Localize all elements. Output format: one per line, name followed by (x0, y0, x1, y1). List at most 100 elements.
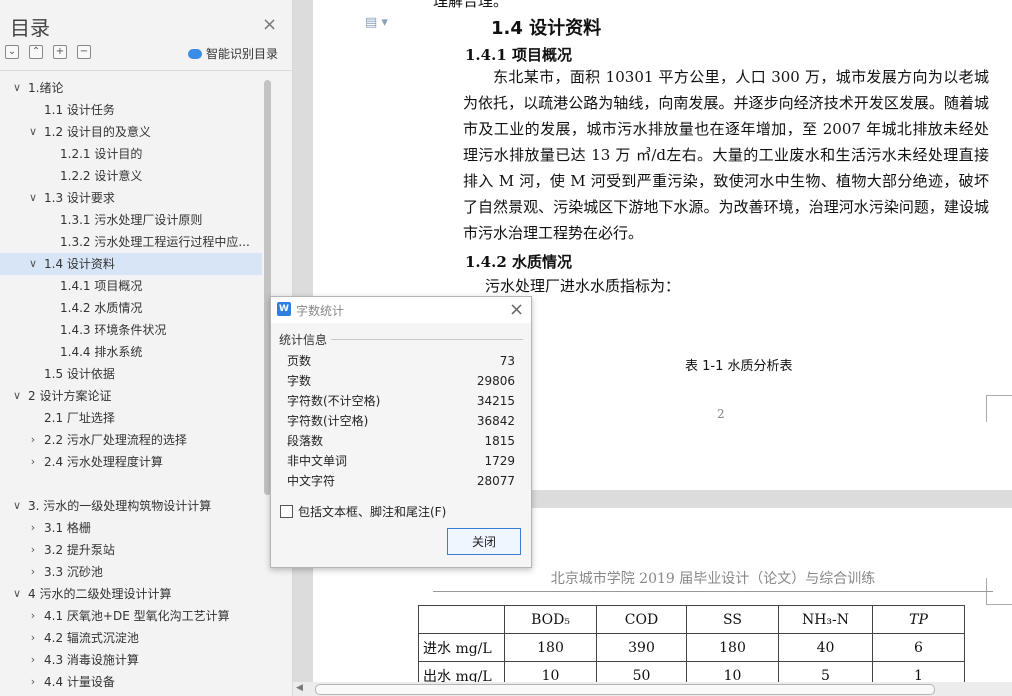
toc-item-label: 4.4 计量设备 (44, 675, 115, 689)
chevron-right-icon[interactable]: › (27, 429, 39, 451)
dialog-titlebar[interactable]: W 字数统计 × (271, 297, 531, 323)
toc-item[interactable]: › 3.1 格栅 (0, 517, 262, 539)
chevron-down-icon[interactable]: ∨ (11, 495, 23, 517)
close-icon[interactable]: × (262, 14, 277, 35)
table-cell: 6 (872, 633, 965, 662)
horizontal-scrollbar[interactable]: ◀ (293, 682, 1012, 696)
chevron-right-icon[interactable]: › (27, 451, 39, 473)
table-header-cell: COD (596, 605, 687, 634)
smart-toc-button[interactable]: 智能识别目录 (188, 45, 278, 62)
toc-item-label: 1.3.1 污水处理厂设计原则 (60, 213, 203, 227)
toc-item-label: 1.4.1 项目概况 (60, 279, 143, 293)
promote-level-icon[interactable]: + (53, 45, 67, 59)
toc-item[interactable]: 1.3.1 污水处理厂设计原则 (0, 209, 262, 231)
scrollbar-thumb[interactable] (315, 684, 935, 695)
stat-value: 28077 (476, 474, 515, 488)
chevron-right-icon[interactable]: › (27, 671, 39, 689)
toc-item[interactable]: 1.4.2 水质情况 (0, 297, 262, 319)
chevron-right-icon[interactable]: › (27, 539, 39, 561)
toc-item[interactable]: 1.2.1 设计目的 (0, 143, 262, 165)
divider (0, 70, 292, 71)
toc-item-label: 1.2.2 设计意义 (60, 169, 143, 183)
table-caption: 表 1-1 水质分析表 (685, 359, 793, 374)
page-corner-mark (986, 395, 1012, 422)
paragraph-menu-icon[interactable]: ▤ ▾ (365, 15, 388, 30)
toc-item-label: 1.5 设计依据 (44, 367, 115, 381)
demote-level-icon[interactable]: − (77, 45, 91, 59)
checkbox-label: 包括文本框、脚注和尾注(F) (298, 505, 447, 519)
toc-item[interactable]: ∨ 1.绪论 (0, 77, 262, 99)
toc-item-label: 1.2.1 设计目的 (60, 147, 143, 161)
toc-item[interactable]: 1.2.2 设计意义 (0, 165, 262, 187)
chevron-right-icon[interactable]: › (27, 517, 39, 539)
toc-item[interactable]: › 3.3 沉砂池 (0, 561, 262, 583)
toc-item-label: 2.1 厂址选择 (44, 411, 115, 425)
stat-row: 非中文单词 1729 (287, 451, 515, 471)
toc-item[interactable]: ∨ 2 设计方案论证 (0, 385, 262, 407)
chevron-right-icon[interactable]: › (27, 627, 39, 649)
table-row: 进水 mg/L 180 390 180 40 6 (418, 633, 965, 662)
toc-item[interactable]: › 4.3 消毒设施计算 (0, 649, 262, 671)
toc-item[interactable]: › 4.1 厌氧池+DE 型氧化沟工艺计算 (0, 605, 262, 627)
toc-item[interactable]: ∨ 1.2 设计目的及意义 (0, 121, 262, 143)
toc-item[interactable]: 1.1 设计任务 (0, 99, 262, 121)
water-quality-table: BOD₅ COD SS NH₃-N TP 进水 mg/L 180 390 180 40 6 出水 mg… (418, 605, 965, 690)
toc-item[interactable]: 2.1 厂址选择 (0, 407, 262, 429)
toc-item-label: 1.4 设计资料 (44, 257, 115, 271)
previous-text-fragment: 理解合理。 (433, 0, 509, 10)
scroll-left-icon[interactable]: ◀ (296, 683, 303, 693)
chevron-down-icon[interactable]: ∨ (11, 385, 23, 407)
toc-item[interactable]: ∨ 4 污水的二级处理设计计算 (0, 583, 262, 605)
stat-value: 1815 (484, 434, 515, 448)
toc-item-label: 1.1 设计任务 (44, 103, 115, 117)
toc-item-label: 1.3.2 污水处理工程运行过程中应... (60, 235, 250, 249)
heading-1-4-2: 1.4.2 水质情况 (465, 253, 572, 271)
chevron-right-icon[interactable]: › (27, 649, 39, 671)
toc-item[interactable]: ∨ 1.3 设计要求 (0, 187, 262, 209)
close-button[interactable]: 关闭 (447, 528, 521, 555)
chevron-right-icon[interactable]: › (27, 561, 39, 583)
toc-item[interactable]: 1.4.3 环境条件状况 (0, 319, 262, 341)
include-textbox-checkbox[interactable]: 包括文本框、脚注和尾注(F) (280, 503, 446, 520)
table-header-cell: SS (686, 605, 779, 634)
toc-item[interactable]: › 3.2 提升泵站 (0, 539, 262, 561)
stat-label: 中文字符 (287, 474, 336, 488)
chevron-down-icon[interactable]: ∨ (27, 187, 39, 209)
chevron-down-icon[interactable]: ∨ (11, 77, 23, 99)
stat-value: 73 (499, 354, 515, 368)
chevron-down-icon[interactable]: ∨ (11, 583, 23, 605)
toc-item[interactable]: › 4.2 辐流式沉淀池 (0, 627, 262, 649)
toc-item[interactable]: ∨ 1.4 设计资料 (0, 253, 262, 275)
toc-title: 目录 (10, 16, 50, 40)
close-icon[interactable]: × (509, 299, 524, 320)
table-header-row: BOD₅ COD SS NH₃-N TP (418, 605, 965, 634)
toc-item[interactable]: 1.3.2 污水处理工程运行过程中应... (0, 231, 262, 253)
heading-1-4: 1.4 设计资料 (491, 18, 602, 39)
toc-item[interactable]: 1.4.1 项目概况 (0, 275, 262, 297)
word-count-dialog: W 字数统计 × 统计信息 页数 73 字数 29806 字符数(不计空格) 34215 字… (270, 296, 532, 568)
table-cell: 180 (504, 633, 597, 662)
toc-item-label: 3.2 提升泵站 (44, 543, 115, 557)
stat-row: 字数 29806 (287, 371, 515, 391)
toc-item[interactable]: › 2.2 污水厂处理流程的选择 (0, 429, 262, 451)
toc-item-label: 1.3 设计要求 (44, 191, 115, 205)
chevron-right-icon[interactable]: › (27, 605, 39, 627)
toc-item-label: 1.2 设计目的及意义 (44, 125, 151, 139)
toc-item-label: 4.1 厌氧池+DE 型氧化沟工艺计算 (44, 609, 230, 623)
chevron-down-icon[interactable]: ∨ (27, 253, 39, 275)
toc-item[interactable]: 1.5 设计依据 (0, 363, 262, 385)
toc-item-label: 4.3 消毒设施计算 (44, 653, 139, 667)
collapse-all-icon[interactable]: ⌃ (29, 45, 43, 59)
toc-item[interactable]: 1.4.4 排水系统 (0, 341, 262, 363)
chevron-down-icon[interactable]: ∨ (27, 121, 39, 143)
table-header-cell: NH₃-N (778, 605, 873, 634)
toc-item[interactable]: ∨ 3. 污水的一级处理构筑物设计计算 (0, 495, 262, 517)
toc-item[interactable]: › 2.4 污水处理程度计算 (0, 451, 262, 473)
smart-toc-label: 智能识别目录 (206, 47, 279, 61)
toc-item[interactable]: › 4.4 计量设备 (0, 671, 262, 689)
stat-value: 36842 (476, 414, 515, 428)
expand-all-icon[interactable]: ⌄ (5, 45, 19, 59)
checkbox-box[interactable] (280, 505, 293, 518)
table-header-cell (418, 605, 505, 634)
toc-pane: 目录 × ⌄ ⌃ + − 智能识别目录 ∨ 1.绪论 1.1 设计任务 ∨ 1.2 设计… (0, 0, 293, 696)
